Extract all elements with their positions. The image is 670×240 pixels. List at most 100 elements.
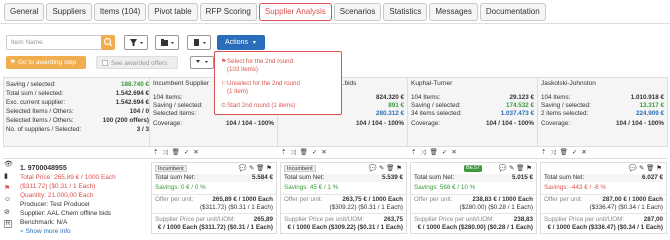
check-icon[interactable]: ✓ (572, 149, 577, 156)
shuffle-icon[interactable]: ⤨ (162, 149, 167, 156)
summary-row: Selected Items / Others: 100 (200 offers) (6, 117, 149, 125)
summary-value: 1.542.694 € (115, 90, 149, 97)
edit-icon[interactable]: ✎ (379, 165, 384, 172)
search-input[interactable]: Item Name (6, 35, 114, 50)
check-icon[interactable]: ✓ (184, 149, 189, 156)
arrow-up-icon[interactable]: ⇡ (153, 149, 158, 156)
flag-icon[interactable]: ⚑ (526, 165, 532, 172)
tab-scenarios[interactable]: Scenarios (333, 3, 382, 21)
summary-row: Exc. current supplier: 1.542.694 € (6, 99, 149, 107)
supplier-header-jaskolski-johnston: Jaskolski-Johnston 104 Items: 1.010.918 €… (538, 77, 668, 147)
chart-icon[interactable]: ▮ (4, 172, 14, 184)
tab-statistics[interactable]: Statistics (383, 3, 428, 21)
trash-icon[interactable]: 🗑 (256, 165, 264, 172)
r-icon[interactable]: R (4, 220, 12, 228)
eye-icon[interactable]: 👁 (4, 160, 14, 172)
flag-icon[interactable]: ⚑ (396, 165, 402, 172)
chat-icon[interactable]: 💬 (499, 165, 507, 172)
menu-item-select-2nd-round[interactable]: ⚑Select for the 2nd round (103 items) (221, 58, 293, 74)
tab-rfp-scoring[interactable]: RFP Scoring (199, 3, 257, 21)
supplier-price-row: Supplier Price per unit/UOM: 238,83 (414, 216, 533, 223)
item-quantity: Quantity: 21.000,00 Each (20, 192, 94, 199)
see-awarded-button[interactable]: See awarded offers (96, 56, 178, 69)
menu-item-unselect-2nd-round[interactable]: ⚐Unselect for the 2nd round (1 item) (221, 80, 300, 96)
search-icon (103, 37, 113, 47)
arrow-up-icon[interactable]: ⇡ (281, 149, 286, 156)
award-icon: ⚑ (10, 59, 16, 66)
flag-icon[interactable]: ⚑ (656, 165, 662, 172)
summary-value: 1.542.694 € (115, 99, 149, 106)
tab-documentation[interactable]: Documentation (479, 3, 546, 21)
trash-icon[interactable]: 🗑 (646, 165, 654, 172)
trash-icon[interactable]: 🗑 (516, 165, 524, 172)
sort-button[interactable] (190, 56, 214, 69)
trash-icon[interactable]: 🗑 (300, 149, 308, 156)
edit-icon[interactable]: ✎ (639, 165, 644, 172)
offer-card: 💬 ✎ 🗑 ⚑ Total sum Net: 6.027 € Savings: -44… (540, 162, 667, 234)
shuffle-icon[interactable]: ⤨ (290, 149, 295, 156)
tab-pivot-table[interactable]: Pivot table (148, 3, 198, 21)
summary-label: Saving / selected: (6, 81, 56, 88)
supplier-row: Coverage: 104 / 104 - 100% (153, 120, 274, 127)
arrow-up-icon[interactable]: ⇡ (411, 149, 416, 156)
supplier-price-row: Supplier Price per unit/UOM: 287,00 (544, 216, 663, 223)
divider (541, 213, 666, 214)
link-icon[interactable]: ⊘ (4, 208, 14, 220)
close-icon[interactable]: ✕ (451, 149, 456, 156)
check-icon[interactable]: ✓ (442, 149, 447, 156)
tab-suppliers[interactable]: Suppliers (46, 3, 92, 21)
go-awarding-button[interactable]: ⚑ Go to awarding step (6, 56, 86, 69)
trash-icon[interactable]: 🗑 (172, 149, 180, 156)
shuffle-icon[interactable]: ⤨ (550, 149, 555, 156)
item-side-icons: 👁 ▮ ⚑ ☺ ⊘ R (4, 160, 14, 228)
trash-icon[interactable]: 🗑 (560, 149, 568, 156)
trash-icon[interactable]: 🗑 (430, 149, 438, 156)
edit-icon[interactable]: ✎ (249, 165, 254, 172)
summary-panel: Saving / selected: 188.740 € Total sum / s… (3, 77, 150, 147)
offer-sub: ($311.72) ($0.31 / 1 Each) (199, 204, 273, 211)
supplier-name: Jaskolski-Johnston (541, 80, 596, 87)
tab-items-104[interactable]: Items (104) (93, 3, 147, 21)
menu-label: Select for the 2nd round (227, 58, 294, 65)
divider (541, 194, 666, 195)
person-icon[interactable]: ☺ (4, 196, 14, 208)
tab-messages[interactable]: Messages (429, 3, 478, 21)
arrow-up-icon[interactable]: ⇡ (541, 149, 546, 156)
check-icon[interactable]: ✓ (312, 149, 317, 156)
document-button[interactable] (187, 35, 211, 50)
close-icon[interactable]: ✕ (193, 149, 198, 156)
supplier-name: Incumbent Supplier (153, 80, 210, 87)
edit-icon[interactable]: ✎ (509, 165, 514, 172)
item-total-price: Total Price: 265,89 € / 1000 Each (20, 174, 116, 181)
close-icon[interactable]: ✕ (321, 149, 326, 156)
summary-row: Saving / selected: 188.740 € (6, 81, 149, 89)
chat-icon[interactable]: 💬 (239, 165, 247, 172)
offer-sub: ($309.22) ($0.31 / 1 Each) (329, 204, 403, 211)
offer-sub: ($280.00) ($0.28 / 1 Each) (459, 204, 533, 211)
go-awarding-label: Go to awarding step (18, 59, 77, 66)
shuffle-icon[interactable]: ⤨ (420, 149, 425, 156)
flag-icon[interactable]: ⚑ (4, 184, 14, 196)
item-benchmark: Benchmark: N/A (20, 219, 68, 226)
trash-icon[interactable]: 🗑 (386, 165, 394, 172)
divider (152, 213, 276, 214)
actions-button[interactable]: Actions ▾ (217, 35, 265, 50)
card-actions: 💬 ✎ 🗑 ⚑ (499, 164, 532, 172)
card-actions: 💬 ✎ 🗑 ⚑ (369, 164, 402, 172)
show-more-link[interactable]: ⌕ Show more info (20, 227, 150, 236)
chat-icon[interactable]: 💬 (369, 165, 377, 172)
close-icon[interactable]: ✕ (581, 149, 586, 156)
offer-card: Incumbent 💬 ✎ 🗑 ⚑ Total sum Net: 5.539 € Sav… (280, 162, 407, 234)
filter-button[interactable] (124, 35, 148, 50)
see-awarded-label: See awarded offers (111, 60, 168, 67)
tab-general[interactable]: General (4, 3, 45, 21)
supplier-row: Coverage: 104 / 104 - 100% (541, 120, 664, 127)
flag-icon[interactable]: ⚑ (266, 165, 272, 172)
chat-icon[interactable]: 💬 (629, 165, 637, 172)
tab-supplier-analysis[interactable]: Supplier Analysis (258, 3, 332, 21)
offer-card: Incumbent 💬 ✎ 🗑 ⚑ Total sum Net: 5.584 € Sav… (151, 162, 277, 234)
divider (152, 194, 276, 195)
search-button[interactable] (101, 35, 115, 50)
menu-item-start-2nd-round[interactable]: ⊙Start 2nd round (1 items) (221, 102, 295, 110)
folder-button[interactable] (155, 35, 179, 50)
